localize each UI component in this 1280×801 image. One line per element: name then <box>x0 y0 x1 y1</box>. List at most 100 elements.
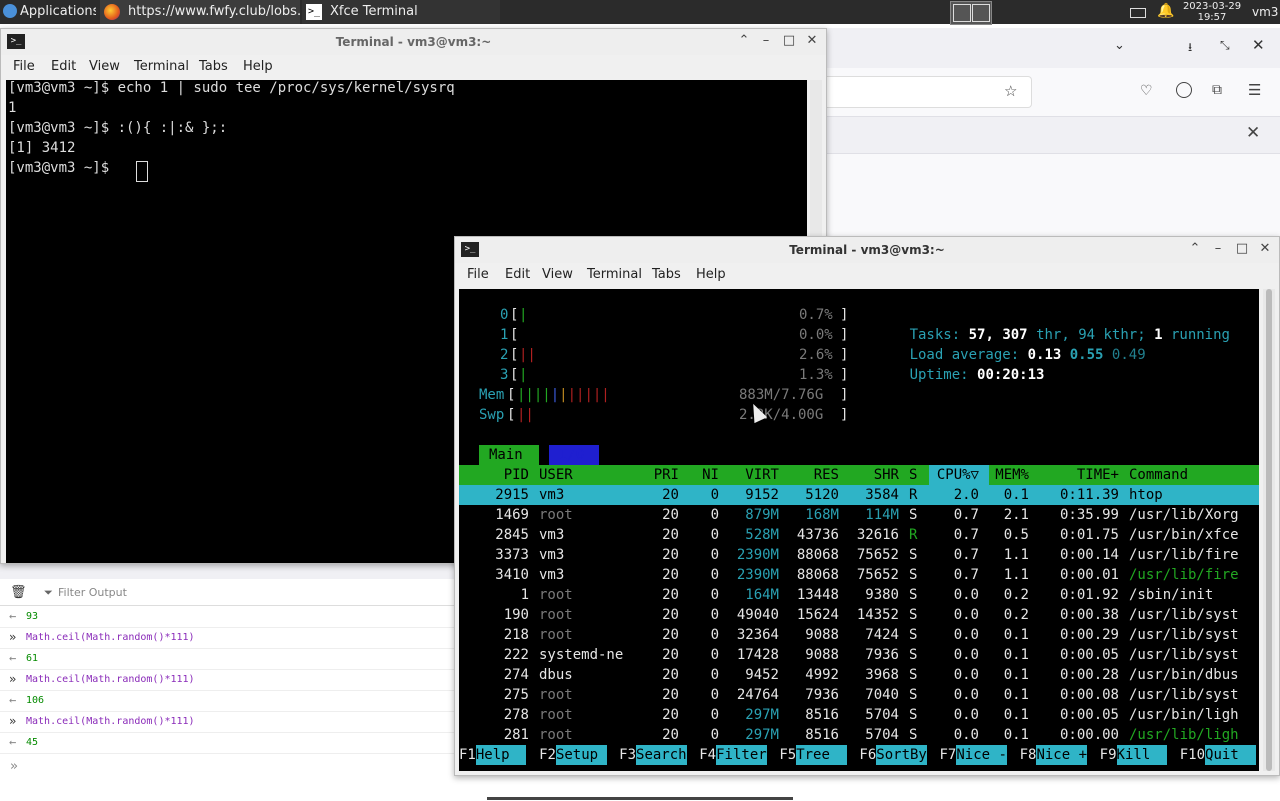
extensions-icon[interactable]: ⧉ <box>1212 82 1222 98</box>
menu-tabs[interactable]: Tabs <box>199 59 228 74</box>
fkey-f8[interactable]: F8 <box>1020 745 1037 765</box>
fkey-f5[interactable]: F5 <box>779 745 796 765</box>
fkey-f4[interactable]: F4 <box>699 745 716 765</box>
pocket-icon[interactable]: ♡ <box>1140 83 1153 99</box>
workspace-2[interactable] <box>972 4 990 22</box>
menu-help[interactable]: Help <box>696 267 726 282</box>
workspace-switcher[interactable] <box>950 1 992 25</box>
fkey-label[interactable]: Nice - <box>956 745 1007 765</box>
column-header-pid[interactable]: PID <box>504 465 529 485</box>
process-row[interactable]: 3410 vm3 20 0 2390M 88068 75652 S 0.7 1.1 0:00.01 /… <box>459 565 1259 585</box>
close-button[interactable]: ✕ <box>1258 242 1272 256</box>
menu-edit[interactable]: Edit <box>51 59 76 74</box>
tab-main[interactable]: Main <box>479 445 539 465</box>
close-button[interactable]: ✕ <box>805 34 819 48</box>
titlebar[interactable]: >_ Terminal - vm3@vm3:~ ⌃ – □ ✕ <box>455 237 1279 263</box>
fkey-f2[interactable]: F2 <box>539 745 556 765</box>
console-prompt-icon[interactable]: » <box>10 759 18 774</box>
minimize-button[interactable]: – <box>759 34 773 48</box>
filter-output-input[interactable]: Filter Output <box>58 586 127 599</box>
process-time: 0:35.99 <box>1059 507 1119 523</box>
column-header-cpu[interactable]: CPU%▽ <box>937 465 979 485</box>
firefox-urlbar[interactable]: ☆ <box>826 76 1032 108</box>
taskbar-browser[interactable]: https://www.fwfy.club/lobs... <box>100 0 300 24</box>
workspace-1[interactable] <box>953 4 971 22</box>
menu-icon[interactable]: ☰ <box>1248 81 1261 99</box>
column-header-user[interactable]: USER <box>539 465 573 485</box>
fkey-label[interactable]: Setup <box>555 745 607 765</box>
fkey-label[interactable]: SortBy <box>876 745 927 765</box>
fkey-f1[interactable]: F1 <box>459 745 476 765</box>
column-header-time[interactable]: TIME+ <box>1077 465 1119 485</box>
titlebar[interactable]: >_ Terminal - vm3@vm3:~ ⌃ – □ ✕ <box>1 29 826 55</box>
fkey-label[interactable]: Tree <box>796 745 847 765</box>
maximize-button[interactable]: □ <box>782 34 796 48</box>
bookmark-star-icon[interactable]: ☆ <box>1004 82 1017 100</box>
htop-screen[interactable]: 0[| 0.7%] 1[0.0%] 2[|| 2.6%] 3[| 1.3%] Mem [ |… <box>459 289 1259 771</box>
menu-terminal[interactable]: Terminal <box>134 59 189 74</box>
fkey-f6[interactable]: F6 <box>859 745 876 765</box>
column-header-shr[interactable]: SHR <box>874 465 899 485</box>
column-header-mem[interactable]: MEM% <box>995 465 1029 485</box>
process-row[interactable]: 218 root 20 0 32364 9088 7424 S 0.0 0.1 0:00.29/us… <box>459 625 1259 645</box>
process-row[interactable]: 190 root 20 0 49040 15624 14352 S 0.0 0.2 0:00.38 /… <box>459 605 1259 625</box>
menu-file[interactable]: File <box>13 59 35 74</box>
applications-menu[interactable]: Applications <box>0 0 96 24</box>
shade-button[interactable]: ⌃ <box>1188 242 1202 256</box>
menu-file[interactable]: File <box>467 267 489 282</box>
trash-icon[interactable]: 🗑 <box>10 585 27 600</box>
account-icon[interactable] <box>1176 82 1192 98</box>
minimize-button[interactable]: – <box>1211 242 1225 256</box>
fkey-label[interactable]: Quit <box>1205 745 1256 765</box>
fkey-f7[interactable]: F7 <box>940 745 957 765</box>
process-row[interactable]: 3373 vm3 20 0 2390M 88068 75652 S 0.7 1.1 0:00.14 /… <box>459 545 1259 565</box>
menu-edit[interactable]: Edit <box>505 267 530 282</box>
column-header-virt[interactable]: VIRT <box>745 465 779 485</box>
fkey-f10[interactable]: F10 <box>1180 745 1205 765</box>
process-row[interactable]: 274 dbus 20 0 9452 4992 3968 S 0.0 0.1 0:00.28/usr… <box>459 665 1259 685</box>
shade-button[interactable]: ⌃ <box>737 34 751 48</box>
maximize-button[interactable]: □ <box>1235 242 1249 256</box>
clock[interactable]: 2023-03-29 19:57 <box>1180 0 1244 24</box>
process-row[interactable]: 275 root 20 0 24764 7936 7040 S 0.0 0.1 0:00.08/us… <box>459 685 1259 705</box>
menu-view[interactable]: View <box>89 59 120 74</box>
process-row[interactable]: 2845 vm3 20 0 528M 43736 32616 R 0.7 0.5 0:01.75/u… <box>459 525 1259 545</box>
column-header-pri[interactable]: PRI <box>654 465 679 485</box>
scrollbar-thumb[interactable] <box>1266 289 1272 771</box>
notification-close-icon[interactable]: ✕ <box>1246 123 1260 143</box>
restore-icon[interactable]: ⤡ <box>1220 38 1230 53</box>
column-header-res[interactable]: RES <box>814 465 839 485</box>
fkey-label[interactable]: Filter <box>716 745 767 765</box>
tab-list-icon[interactable]: ⌄ <box>1114 38 1125 53</box>
fkey-label[interactable]: Kill <box>1116 745 1168 765</box>
minimize-icon[interactable]: ⭳ <box>1188 38 1192 59</box>
menu-help[interactable]: Help <box>243 59 273 74</box>
fkey-label[interactable]: Nice + <box>1036 745 1088 765</box>
bell-icon[interactable]: 🔔 <box>1157 3 1174 19</box>
column-header-s[interactable]: S <box>909 465 917 485</box>
tab-io[interactable]: I/O <box>549 445 599 465</box>
process-row[interactable]: 278 root 20 0 297M 8516 5704 S 0.0 0.1 0:00.05/usr… <box>459 705 1259 725</box>
process-row[interactable]: 281 root 20 0 297M 8516 5704 S 0.0 0.1 0:00.00/usr… <box>459 725 1259 745</box>
menu-view[interactable]: View <box>542 267 573 282</box>
process-row[interactable]: 222 systemd-ne 20 0 17428 9088 7936 S 0.0 0.1 0:00… <box>459 645 1259 665</box>
process-pri: 20 <box>662 707 679 723</box>
process-pri: 20 <box>662 687 679 703</box>
scrollbar[interactable] <box>1263 289 1275 771</box>
column-header-ni[interactable]: NI <box>702 465 719 485</box>
process-row[interactable]: 1 root 20 0 164M 13448 9380 S 0.0 0.2 0:01.92/sbin… <box>459 585 1259 605</box>
process-s: S <box>909 587 918 603</box>
fkey-f3[interactable]: F3 <box>619 745 636 765</box>
fkey-label[interactable]: Help <box>475 745 527 765</box>
menu-terminal[interactable]: Terminal <box>587 267 642 282</box>
taskbar-terminal[interactable]: >_ Xfce Terminal <box>302 0 500 24</box>
fkey-label[interactable]: Search <box>636 745 687 765</box>
user-menu[interactable]: vm3 <box>1252 5 1278 19</box>
process-row[interactable]: 1469 root 20 0 879M 168M 114M S 0.7 2.1 0:35.99/us… <box>459 505 1259 525</box>
close-icon[interactable]: ✕ <box>1252 36 1265 54</box>
battery-icon[interactable] <box>1130 8 1146 18</box>
menu-tabs[interactable]: Tabs <box>652 267 681 282</box>
fkey-f9[interactable]: F9 <box>1100 745 1117 765</box>
column-header-cmd[interactable]: Command <box>1129 465 1188 485</box>
process-row[interactable]: 2915 vm3 20 0 9152 5120 3584 R 2.0 0.1 0:11.39 htop <box>459 485 1259 505</box>
